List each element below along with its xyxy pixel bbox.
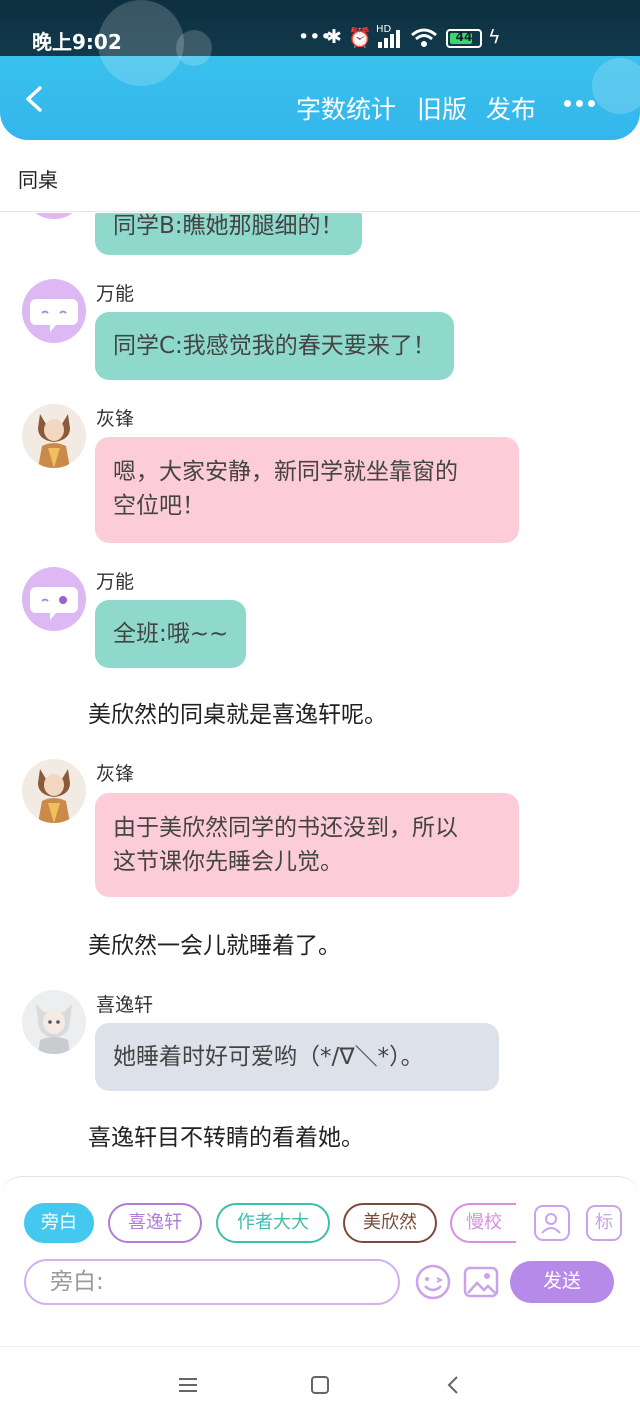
message-bubble: 同学B:瞧她那腿细的！	[95, 213, 362, 255]
character-manage-icon[interactable]	[534, 1205, 570, 1241]
emoji-icon[interactable]	[414, 1263, 452, 1301]
avatar-bot[interactable]	[22, 279, 86, 343]
role-chip-meixinran[interactable]: 美欣然	[343, 1203, 437, 1243]
mark-button[interactable]: 标	[586, 1205, 622, 1241]
character-portrait-icon	[38, 769, 70, 823]
avatar-bot[interactable]	[22, 213, 86, 219]
role-chip-narrator[interactable]: 旁白	[24, 1203, 94, 1243]
charging-icon: ϟ	[488, 26, 501, 48]
more-options-icon[interactable]	[560, 92, 600, 112]
role-chip-xiyixuan[interactable]: 喜逸轩	[108, 1203, 202, 1243]
avatar-cat-character[interactable]	[22, 990, 86, 1054]
bluetooth-icon: ✱	[326, 26, 342, 48]
speaker-name: 灰锋	[96, 408, 135, 430]
alarm-icon: ⏰	[348, 27, 372, 49]
chapter-title-bar: 同桌	[0, 140, 640, 212]
narration-text: 喜逸轩目不转睛的看着她。	[88, 1125, 364, 1151]
publish-button[interactable]: 发布	[486, 90, 536, 126]
message-bubble: 嗯，大家安静，新同学就坐靠窗的 空位吧！	[95, 437, 519, 543]
image-icon[interactable]	[462, 1263, 500, 1301]
old-version-button[interactable]: 旧版	[417, 90, 467, 126]
back-icon[interactable]	[442, 1373, 466, 1397]
character-portrait-icon	[36, 1004, 72, 1054]
system-nav-bar	[0, 1346, 640, 1422]
narration-text: 美欣然一会儿就睡着了。	[88, 933, 341, 959]
top-bar: 晚上9:02 ••• ✱ ⏰ HD 44 ϟ 字数统计 旧版 发布	[0, 0, 640, 140]
message-bubble: 同学C:我感觉我的春天要来了！	[95, 312, 454, 380]
speaker-name: 灰锋	[96, 763, 135, 785]
send-button[interactable]: 发送	[510, 1261, 614, 1303]
signal-icon	[378, 30, 400, 48]
message-bubble: 全班:哦~~	[95, 600, 247, 668]
narration-text: 美欣然的同桌就是喜逸轩呢。	[88, 702, 387, 728]
speaker-name: 喜逸轩	[96, 994, 154, 1016]
compose-panel: 旁白 喜逸轩 作者大大 美欣然 慢校 标 旁白: 发送	[0, 1176, 640, 1346]
speaker-name: 万能	[96, 283, 135, 305]
status-time: 晚上9:02	[32, 30, 122, 54]
avatar-wolf-character[interactable]	[22, 759, 86, 823]
chat-bubble-icon	[30, 587, 78, 620]
speaker-name: 万能	[96, 571, 135, 593]
battery-level: 44	[455, 30, 473, 44]
word-count-button[interactable]: 字数统计	[296, 90, 396, 126]
wifi-icon	[411, 28, 437, 47]
chat-area[interactable]: 同学B:瞧她那腿细的！ 万能 同学C:我感觉我的春天要来了！ 灰锋 嗯，大家安静…	[0, 213, 640, 1175]
chapter-title: 同桌	[18, 168, 58, 192]
character-portrait-icon	[38, 414, 70, 468]
back-arrow-icon[interactable]	[22, 86, 48, 112]
chat-bubble-icon	[30, 299, 78, 332]
message-bubble: 由于美欣然同学的书还没到，所以 这节课你先睡会儿觉。	[95, 793, 519, 897]
battery-icon: 44	[446, 29, 482, 48]
menu-icon[interactable]	[176, 1373, 200, 1397]
status-bar: 晚上9:02 ••• ✱ ⏰ HD 44 ϟ	[0, 0, 640, 56]
role-chip-author[interactable]: 作者大大	[216, 1203, 330, 1243]
message-bubble: 她睡着时好可爱哟（*/∇＼*）。	[95, 1023, 499, 1091]
role-chip-more[interactable]: 慢校	[450, 1203, 516, 1243]
message-input[interactable]: 旁白:	[24, 1259, 400, 1305]
app-header: 字数统计 旧版 发布	[0, 56, 640, 140]
avatar-wolf-character[interactable]	[22, 404, 86, 468]
home-icon[interactable]	[308, 1373, 332, 1397]
avatar-bot[interactable]	[22, 567, 86, 631]
